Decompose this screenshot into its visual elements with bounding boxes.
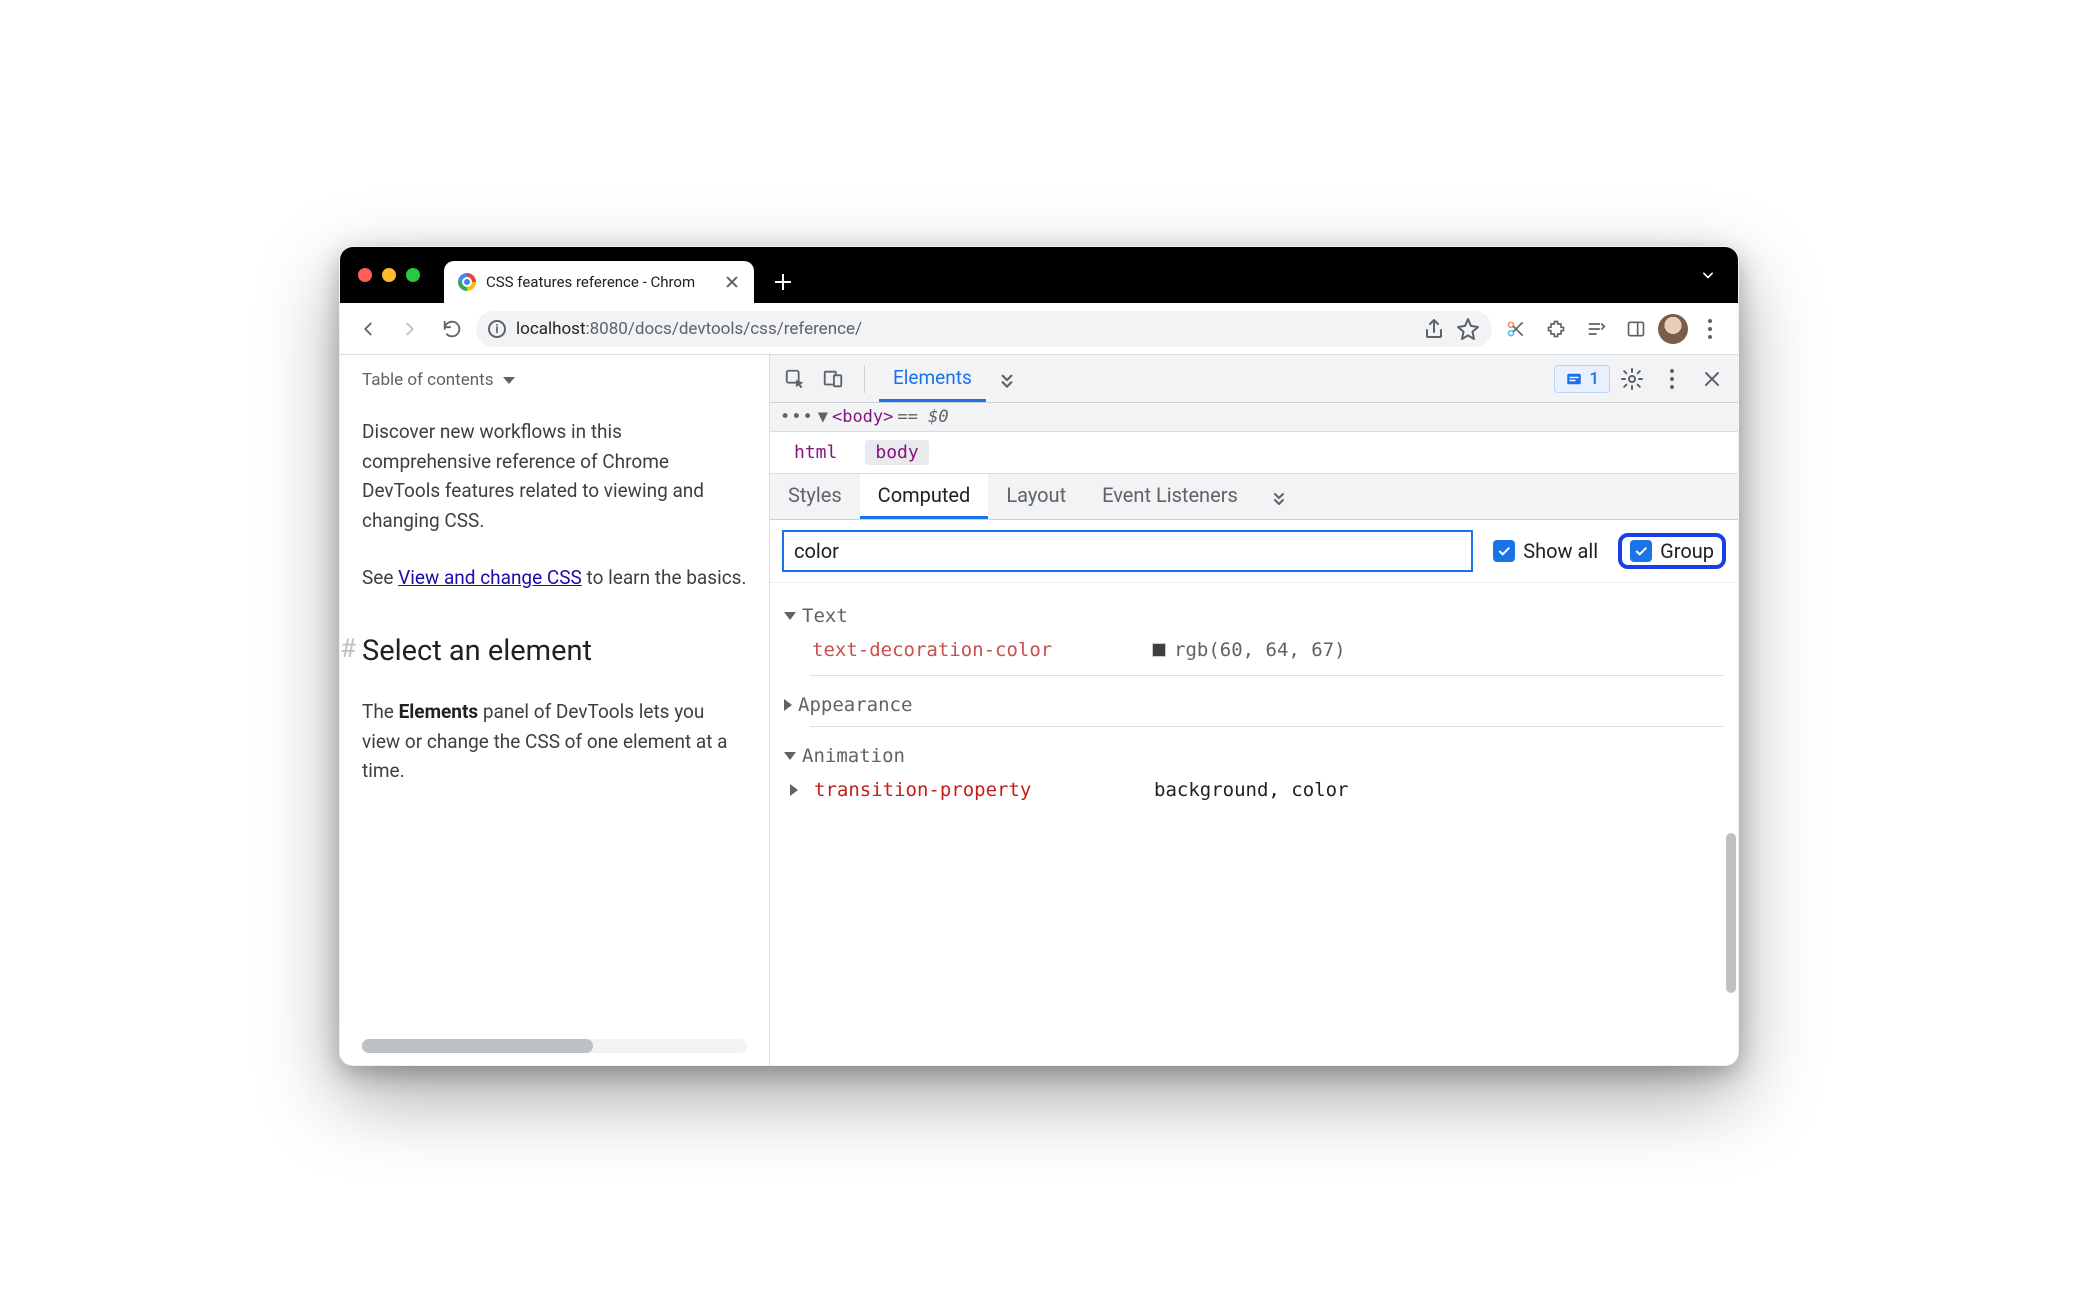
browser-window: CSS features reference - Chrom i localho… [339, 246, 1739, 1066]
more-sidebar-tabs-icon[interactable] [1256, 474, 1302, 519]
horizontal-scrollbar[interactable] [362, 1039, 747, 1053]
omnibox[interactable]: i localhost:8080/docs/devtools/css/refer… [476, 311, 1492, 347]
styles-sidebar-tabs: Styles Computed Layout Event Listeners [770, 474, 1738, 520]
side-panel-icon[interactable] [1618, 311, 1654, 347]
tab-title: CSS features reference - Chrom [486, 273, 714, 291]
property-value: rgb(60, 64, 67) [1152, 639, 1346, 661]
table-of-contents-toggle[interactable]: Table of contents [362, 367, 747, 393]
new-tab-button[interactable] [768, 267, 798, 297]
group-text-header[interactable]: Text [784, 601, 1724, 631]
content-area: Table of contents Discover new workflows… [340, 355, 1738, 1065]
chrome-menu-icon[interactable] [1692, 311, 1728, 347]
url-text: localhost:8080/docs/devtools/css/referen… [516, 319, 1412, 339]
styles-tab[interactable]: Styles [770, 474, 860, 519]
intro-paragraph: Discover new workflows in this comprehen… [362, 417, 747, 535]
event-listeners-tab[interactable]: Event Listeners [1084, 474, 1256, 519]
see-paragraph: See View and change CSS to learn the bas… [362, 563, 747, 592]
scissors-extension-icon[interactable] [1498, 311, 1534, 347]
triangle-down-icon [784, 752, 796, 760]
reload-button[interactable] [434, 311, 470, 347]
layout-tab[interactable]: Layout [988, 474, 1084, 519]
group-animation-header[interactable]: Animation [784, 741, 1724, 771]
tab-close-icon[interactable] [724, 274, 740, 290]
devtools-tabs: Elements [879, 355, 986, 402]
expand-triangle-icon[interactable]: ▼ [818, 407, 828, 427]
show-all-label: Show all [1523, 539, 1598, 563]
group-text-label: Text [802, 605, 848, 627]
group-label: Group [1660, 539, 1714, 563]
select-element-heading: #Select an element [362, 629, 747, 674]
tab-strip: CSS features reference - Chrom [340, 247, 1738, 303]
url-bar: i localhost:8080/docs/devtools/css/refer… [340, 303, 1738, 355]
computed-filter-row: Show all Group [770, 520, 1738, 583]
back-button[interactable] [350, 311, 386, 347]
elements-tab[interactable]: Elements [879, 355, 986, 402]
triangle-right-icon [790, 784, 798, 796]
page-content: Table of contents Discover new workflows… [340, 355, 770, 1065]
view-change-css-link[interactable]: View and change CSS [398, 566, 582, 589]
vertical-scrollbar[interactable] [1726, 833, 1736, 993]
window-close[interactable] [358, 268, 372, 282]
dom-selected-marker: == $0 [897, 407, 948, 427]
settings-icon[interactable] [1614, 361, 1650, 397]
browser-tab[interactable]: CSS features reference - Chrom [444, 261, 754, 303]
window-controls [358, 247, 420, 303]
anchor-hash-icon[interactable]: # [340, 629, 356, 669]
group-text: Text text-decoration-color rgb(60, 64, 6… [784, 601, 1724, 676]
toc-label: Table of contents [362, 367, 493, 393]
dom-tag: <body> [832, 407, 893, 427]
site-info-icon[interactable]: i [488, 320, 506, 338]
device-toolbar-icon[interactable] [816, 362, 850, 396]
computed-properties: Text text-decoration-color rgb(60, 64, 6… [770, 583, 1738, 1065]
devtools-toolbar: Elements 1 [770, 355, 1738, 403]
window-maximize[interactable] [406, 268, 420, 282]
bookmark-icon[interactable] [1456, 317, 1480, 341]
ellipsis-icon: ••• [780, 407, 814, 427]
color-swatch-icon[interactable] [1152, 643, 1166, 657]
chevron-down-icon [503, 377, 515, 384]
inspect-element-icon[interactable] [778, 362, 812, 396]
triangle-down-icon [784, 612, 796, 620]
extensions-icon[interactable] [1538, 311, 1574, 347]
dom-tree-row[interactable]: ••• ▼ <body> == $0 [770, 403, 1738, 432]
issues-badge[interactable]: 1 [1554, 365, 1610, 393]
property-transition-property[interactable]: transition-property background, color [784, 771, 1724, 809]
tab-search-button[interactable] [1698, 265, 1718, 289]
computed-tab[interactable]: Computed [860, 474, 989, 519]
reading-list-icon[interactable] [1578, 311, 1614, 347]
window-minimize[interactable] [382, 268, 396, 282]
triangle-right-icon [784, 699, 792, 711]
checkbox-checked-icon [1630, 540, 1652, 562]
issues-count: 1 [1589, 369, 1599, 389]
group-appearance: Appearance [784, 690, 1724, 727]
devtools-menu-icon[interactable] [1654, 361, 1690, 397]
property-text-decoration-color[interactable]: text-decoration-color rgb(60, 64, 67) [784, 631, 1724, 669]
toolbar-right [1498, 311, 1728, 347]
show-all-checkbox[interactable]: Show all [1489, 537, 1602, 565]
more-tabs-icon[interactable] [990, 362, 1024, 396]
group-animation: Animation transition-property background… [784, 741, 1724, 809]
group-animation-label: Animation [802, 745, 905, 767]
separator [864, 365, 865, 393]
divider [810, 675, 1724, 676]
property-value: background, color [1154, 779, 1348, 801]
group-appearance-header[interactable]: Appearance [784, 690, 1724, 720]
profile-avatar[interactable] [1658, 314, 1688, 344]
chrome-favicon-icon [458, 273, 476, 291]
dom-breadcrumb: html body [770, 432, 1738, 474]
breadcrumb-html[interactable]: html [784, 440, 847, 465]
divider [810, 726, 1724, 727]
elements-paragraph: The Elements panel of DevTools lets you … [362, 697, 747, 785]
checkbox-checked-icon [1493, 540, 1515, 562]
forward-button[interactable] [392, 311, 428, 347]
group-checkbox[interactable]: Group [1618, 533, 1726, 569]
close-devtools-icon[interactable] [1694, 361, 1730, 397]
share-icon[interactable] [1422, 317, 1446, 341]
filter-input[interactable] [782, 530, 1473, 572]
group-appearance-label: Appearance [798, 694, 912, 716]
breadcrumb-body[interactable]: body [865, 440, 928, 465]
devtools-panel: Elements 1 [770, 355, 1738, 1065]
property-name: transition-property [814, 779, 1144, 801]
property-name: text-decoration-color [812, 639, 1142, 661]
